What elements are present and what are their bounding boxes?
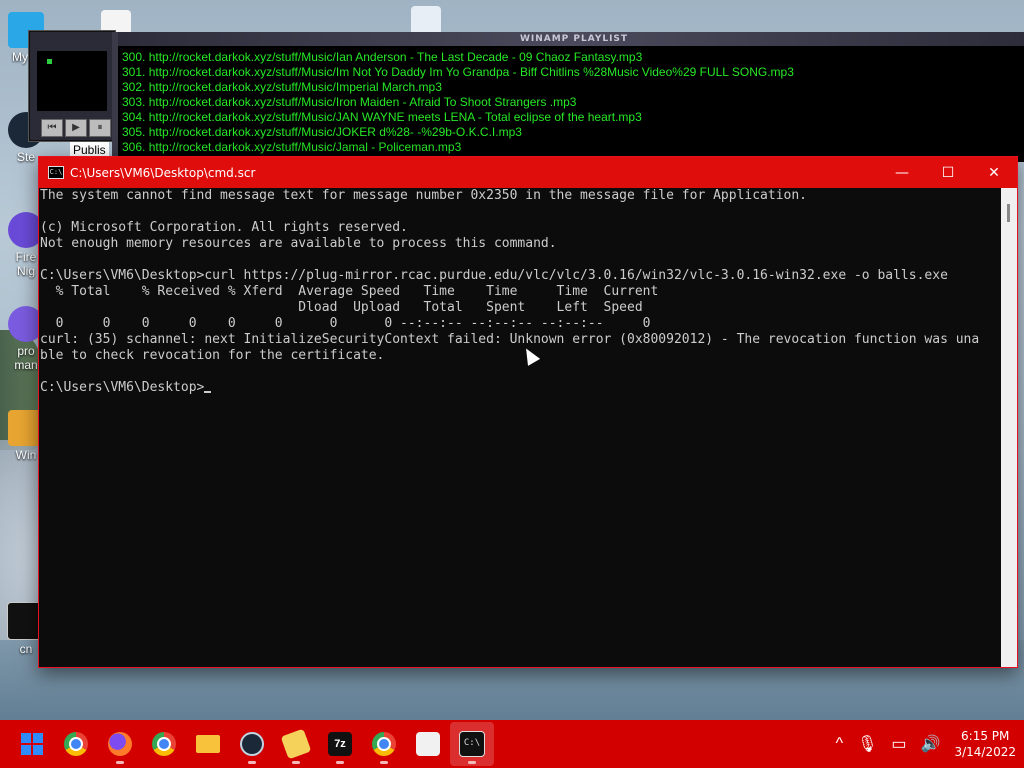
chrome-icon [372,732,396,756]
vertical-scrollbar[interactable] [1001,188,1017,667]
prompt: C:\Users\VM6\Desktop> [40,380,205,395]
playlist-item[interactable]: 301. http://rocket.darkok.xyz/stuff/Musi… [122,65,1024,80]
console-line: The system cannot find message text for … [40,188,808,203]
running-indicator [292,761,300,764]
taskbar-terminal[interactable]: C:\ [450,722,494,766]
playlist-titlebar[interactable]: WINAMP PLAYLIST [118,32,1024,46]
console-icon: C:\ [48,166,64,179]
console-line: curl: (35) schannel: next InitializeSecu… [40,332,980,347]
firefox-icon [108,732,132,756]
playlist-item[interactable]: 302. http://rocket.darkok.xyz/stuff/Musi… [122,80,1024,95]
clock-date: 3/14/2022 [954,745,1016,759]
clock-time: 6:15 PM [961,729,1010,743]
running-indicator [380,761,388,764]
running-indicator [468,761,476,764]
visualizer-dot [47,59,52,64]
running-indicator [116,761,124,764]
playlist-item[interactable]: 305. http://rocket.darkok.xyz/stuff/Musi… [122,125,1024,140]
folder-icon [196,735,220,753]
taskbar-package[interactable] [406,722,450,766]
chevron-up-icon[interactable]: ^ [836,735,844,753]
playlist-list: 300. http://rocket.darkok.xyz/stuff/Musi… [118,46,1024,155]
terminal-icon: C:\ [459,731,485,757]
chrome-icon [64,732,88,756]
taskbar-chrome-1[interactable] [54,722,98,766]
window-title: C:\Users\VM6\Desktop\cmd.scr [70,165,256,180]
pause-icon[interactable]: ⏸ [89,119,111,137]
7zip-icon: 7z [328,732,352,756]
windows-logo-icon [21,733,43,755]
taskbar-steam[interactable] [230,722,274,766]
taskbar-firefox[interactable] [98,722,142,766]
scrollbar-thumb[interactable] [1007,204,1010,222]
taskbar: 7z C:\ ^ 🎙 ▭ 🔊 6:15 PM 3/14/2022 [0,720,1024,768]
notepad-icon [280,728,312,760]
previous-icon[interactable]: ⏮ [41,119,63,137]
steam-icon [240,732,264,756]
winamp-playlist-window[interactable]: WINAMP PLAYLIST 300. http://rocket.darko… [112,32,1024,162]
display-icon[interactable]: ▭ [891,734,906,754]
winamp-controls: ⏮ ▶ ⏸ [41,119,111,137]
console-line: Dload Upload Total Spent Left Speed [40,300,643,315]
cmd-titlebar[interactable]: C:\ C:\Users\VM6\Desktop\cmd.scr — ☐ ✕ [39,157,1017,188]
winamp-visualizer [37,51,107,111]
console-line: C:\Users\VM6\Desktop>curl https://plug-m… [40,268,948,283]
play-icon[interactable]: ▶ [65,119,87,137]
taskbar-chrome-2[interactable] [142,722,186,766]
console-line: Not enough memory resources are availabl… [40,236,557,251]
package-icon [416,732,440,756]
volume-icon[interactable]: 🔊 [921,734,941,754]
console-line: % Total % Received % Xferd Average Speed… [40,284,659,299]
console-output[interactable]: The system cannot find message text for … [39,188,1001,667]
start-button[interactable] [10,722,54,766]
playlist-item[interactable]: 303. http://rocket.darkok.xyz/stuff/Musi… [122,95,1024,110]
console-line: (c) Microsoft Corporation. All rights re… [40,220,408,235]
taskbar-notepad[interactable] [274,722,318,766]
taskbar-file-explorer[interactable] [186,722,230,766]
running-indicator [336,761,344,764]
taskbar-7zip[interactable]: 7z [318,722,362,766]
taskbar-apps: 7z C:\ [10,722,494,766]
system-tray: ^ 🎙 ▭ 🔊 6:15 PM 3/14/2022 [836,720,1016,768]
winamp-main-window[interactable]: ⏮ ▶ ⏸ [28,30,116,142]
playlist-item[interactable]: 304. http://rocket.darkok.xyz/stuff/Musi… [122,110,1024,125]
console-line: 0 0 0 0 0 0 0 0 --:--:-- --:--:-- --:--:… [40,316,651,331]
microphone-icon[interactable]: 🎙 [857,734,877,754]
maximize-button[interactable]: ☐ [925,157,971,188]
running-indicator [248,761,256,764]
playlist-item[interactable]: 306. http://rocket.darkok.xyz/stuff/Musi… [122,140,1024,155]
cmd-window[interactable]: C:\ C:\Users\VM6\Desktop\cmd.scr — ☐ ✕ T… [38,156,1018,668]
close-button[interactable]: ✕ [971,157,1017,188]
minimize-button[interactable]: — [879,157,925,188]
prompt-line[interactable]: C:\Users\VM6\Desktop> [40,380,1001,396]
chrome-icon [152,732,176,756]
playlist-item[interactable]: 300. http://rocket.darkok.xyz/stuff/Musi… [122,50,1024,65]
clock[interactable]: 6:15 PM 3/14/2022 [954,728,1016,760]
taskbar-chrome-3[interactable] [362,722,406,766]
text-cursor [204,391,212,393]
